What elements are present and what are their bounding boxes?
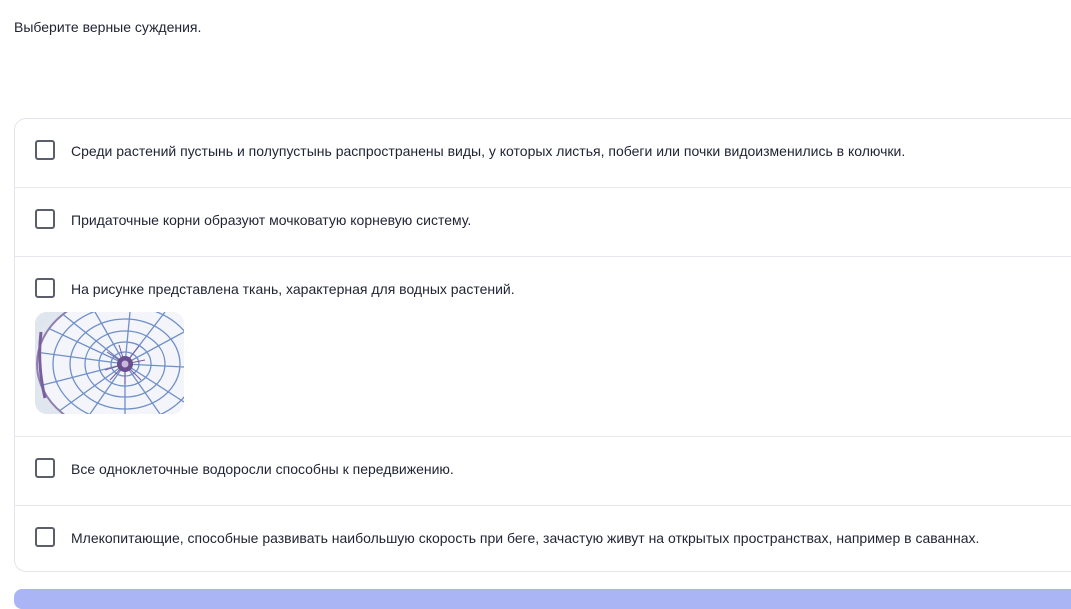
answer-option[interactable]: Все одноклеточные водоросли способны к п…	[15, 437, 1071, 506]
answer-option[interactable]: Среди растений пустынь и полупустынь рас…	[15, 119, 1071, 188]
answer-option[interactable]: На рисунке представлена ткань, характерн…	[15, 257, 1071, 437]
tissue-micrograph-image	[35, 312, 184, 414]
options-list: Среди растений пустынь и полупустынь рас…	[14, 118, 1071, 572]
checkbox-icon[interactable]	[35, 527, 55, 547]
answer-option[interactable]: Придаточные корни образуют мочковатую ко…	[15, 188, 1071, 257]
checkbox-icon[interactable]	[35, 140, 55, 160]
question-prompt: Выберите верные суждения.	[14, 19, 202, 35]
checkbox-icon[interactable]	[35, 458, 55, 478]
answer-option-label: Млекопитающие, способные развивать наибо…	[71, 530, 980, 546]
submit-button[interactable]	[14, 589, 1071, 609]
answer-option-label: Все одноклеточные водоросли способны к п…	[71, 461, 454, 477]
answer-option-label: Придаточные корни образуют мочковатую ко…	[71, 212, 472, 228]
answer-option-label: На рисунке представлена ткань, характерн…	[71, 281, 515, 297]
answer-option-label: Среди растений пустынь и полупустынь рас…	[71, 143, 906, 159]
checkbox-icon[interactable]	[35, 278, 55, 298]
answer-option[interactable]: Млекопитающие, способные развивать наибо…	[15, 506, 1071, 571]
checkbox-icon[interactable]	[35, 209, 55, 229]
